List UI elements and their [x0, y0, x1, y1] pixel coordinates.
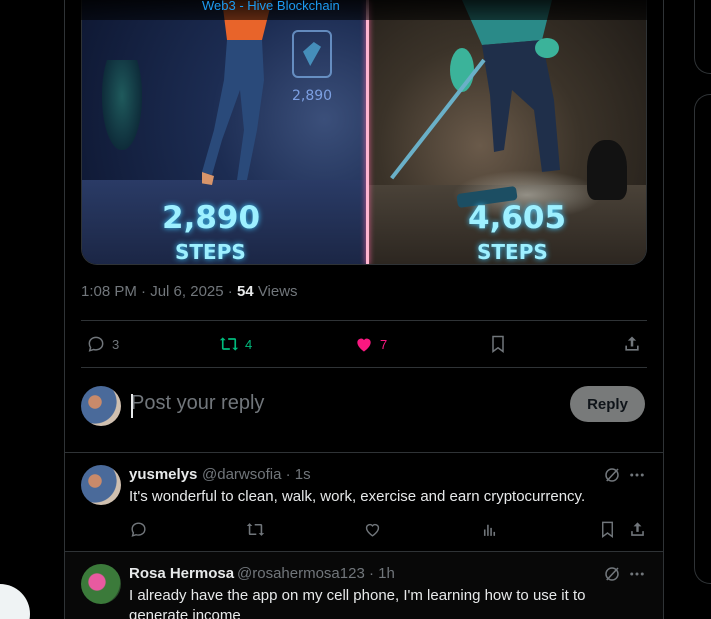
- divider: [81, 367, 647, 368]
- image-right-steps-value: 4,605: [468, 200, 567, 236]
- bookmark-icon[interactable]: [598, 520, 617, 539]
- post-image[interactable]: 2,890 2,890 STEPS 4,605 STEPS: [81, 0, 647, 265]
- repost-arrows-icon: [219, 337, 239, 351]
- repost-count: 4: [245, 336, 253, 352]
- image-divider: [366, 0, 369, 264]
- share-upload-icon: [625, 336, 639, 351]
- image-phone-hologram: [292, 30, 332, 78]
- reply-count: 3: [112, 336, 120, 352]
- grok-icon[interactable]: [603, 466, 621, 484]
- more-dots-icon[interactable]: [628, 466, 646, 484]
- heart-icon: [357, 338, 371, 352]
- post-meta: 1:08 PM · Jul 6, 2025 · 54 Views: [81, 283, 298, 300]
- image-left-steps-label: STEPS: [175, 240, 246, 264]
- text-caret: [131, 394, 133, 418]
- quoted-header-link[interactable]: Web3 - Hive Blockchain: [202, 0, 340, 13]
- floating-action-button[interactable]: [0, 584, 30, 619]
- like-count: 7: [380, 336, 388, 352]
- heart-icon[interactable]: [363, 520, 382, 539]
- divider: [81, 320, 647, 321]
- reply-handle[interactable]: @darwsofia: [202, 466, 281, 483]
- more-dots-icon[interactable]: [628, 565, 646, 583]
- reply-text: It's wonderful to clean, walk, work, exe…: [129, 488, 586, 505]
- reply-author-handle[interactable]: @rosahermosa123 · 1h: [237, 565, 395, 582]
- reply-action[interactable]: 3: [86, 334, 119, 354]
- right-sidebar-card: [694, 94, 711, 584]
- reply-avatar[interactable]: [81, 564, 121, 604]
- bookmark-icon: [492, 335, 504, 353]
- reply-avatar[interactable]: [81, 465, 121, 505]
- image-person-walking: [202, 0, 272, 185]
- grok-icon[interactable]: [603, 565, 621, 583]
- reply-input[interactable]: Post your reply: [131, 392, 264, 415]
- reply-author-name[interactable]: Rosa Hermosa: [129, 565, 234, 582]
- image-hologram-number: 2,890: [292, 88, 333, 104]
- like-action[interactable]: 7: [354, 334, 387, 354]
- reply-button[interactable]: Reply: [570, 386, 645, 422]
- reply-text: I already have the app on my cell phone,…: [129, 587, 586, 619]
- post-date[interactable]: Jul 6, 2025: [150, 283, 223, 300]
- reply-time[interactable]: 1h: [378, 565, 395, 582]
- image-plant: [102, 60, 142, 150]
- right-sidebar-card: [694, 0, 711, 74]
- share-upload-icon[interactable]: [628, 520, 647, 539]
- bookmark-action[interactable]: [488, 334, 508, 354]
- quoted-header-overlay: Web3 - Hive Blockchain: [65, 0, 663, 20]
- reply-time[interactable]: 1s: [295, 466, 311, 483]
- reply-handle[interactable]: @rosahermosa123: [237, 565, 365, 582]
- image-left-steps-value: 2,890: [162, 200, 261, 236]
- reply-author-name[interactable]: yusmelys: [129, 466, 197, 483]
- post-time[interactable]: 1:08 PM: [81, 283, 137, 300]
- divider: [65, 452, 663, 453]
- bar-chart-icon[interactable]: [480, 520, 499, 539]
- image-right-steps-label: STEPS: [477, 240, 548, 264]
- views-label: Views: [257, 283, 298, 300]
- repost-action[interactable]: 4: [219, 334, 252, 354]
- share-action[interactable]: [622, 334, 642, 354]
- composer-avatar[interactable]: [81, 386, 121, 426]
- speech-bubble-icon: [88, 336, 104, 352]
- repost-arrows-icon[interactable]: [246, 520, 265, 539]
- reply-author-handle[interactable]: @darwsofia · 1s: [202, 466, 311, 483]
- views-count: 54: [236, 283, 254, 300]
- speech-bubble-icon[interactable]: [129, 520, 148, 539]
- image-cat: [587, 140, 627, 200]
